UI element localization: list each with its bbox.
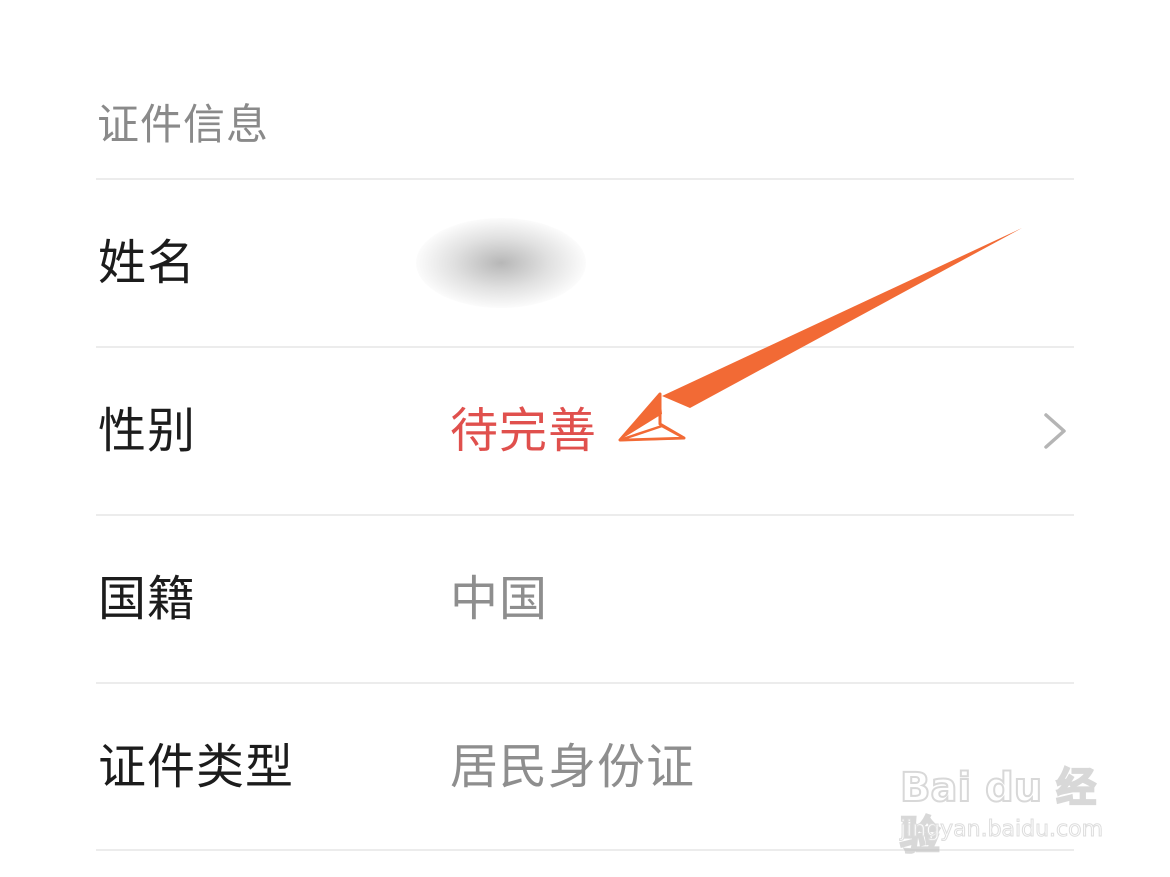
- gender-label: 性别: [98, 403, 197, 459]
- name-row: 姓名: [96, 178, 1074, 346]
- nationality-value: 中国: [450, 571, 549, 627]
- watermark: Bai du 经验 jingyan.baidu.com: [899, 754, 1110, 860]
- chevron-right-icon[interactable]: [1042, 411, 1068, 451]
- id-type-label: 证件类型: [98, 738, 295, 795]
- name-label: 姓名: [98, 235, 197, 291]
- nationality-row: 国籍 中国: [96, 514, 1074, 682]
- gender-row[interactable]: 性别 待完善: [96, 346, 1074, 514]
- gender-value: 待完善: [450, 403, 598, 459]
- watermark-logo: Bai du 经验: [899, 764, 1097, 860]
- nationality-label: 国籍: [98, 571, 197, 627]
- id-type-value: 居民身份证: [450, 738, 696, 795]
- name-value-blurred: [416, 218, 586, 308]
- watermark-url: jingyan.baidu.com: [899, 817, 1104, 843]
- section-title: 证件信息: [97, 100, 270, 149]
